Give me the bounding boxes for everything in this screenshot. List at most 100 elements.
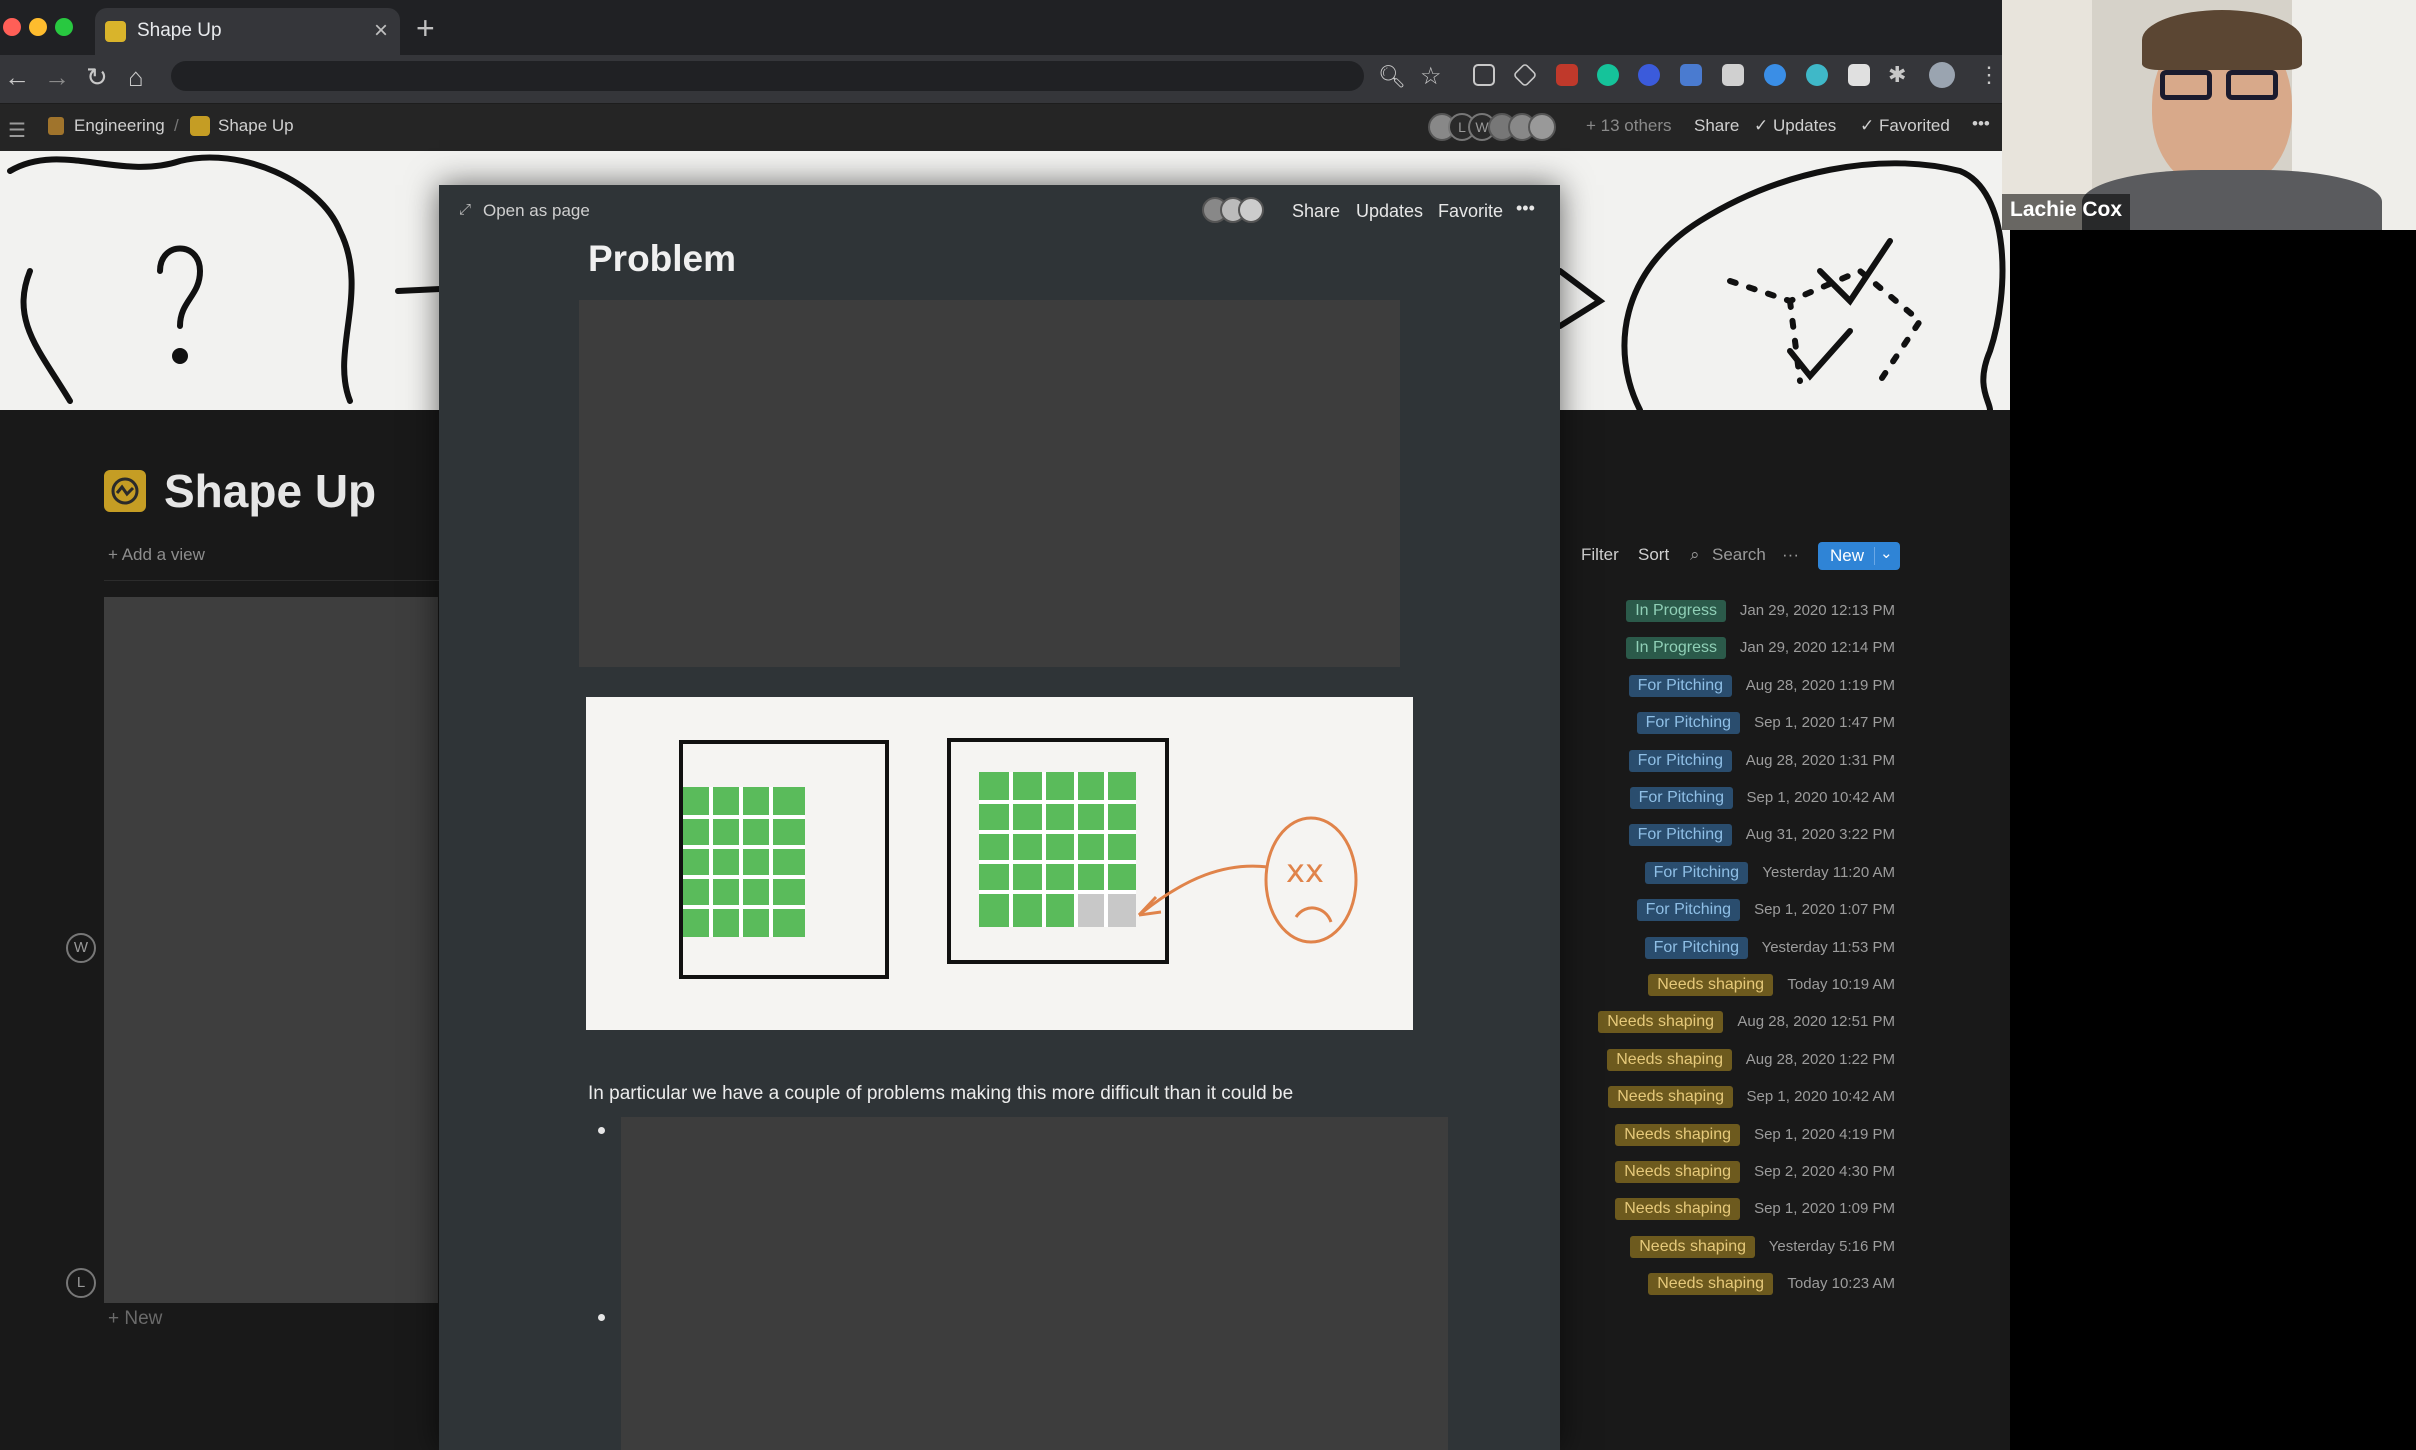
ublock-extension-icon[interactable] [1556,64,1578,86]
minimize-window-button[interactable] [29,18,47,36]
breadcrumb-engineering[interactable]: Engineering [74,116,165,136]
extension-square-icon[interactable] [1680,64,1702,86]
extension-d-icon[interactable] [1638,64,1660,86]
row-date: Aug 28, 2020 1:22 PM [1745,1050,1895,1068]
participant-name: Lachie Cox [2002,194,2131,230]
row-date: Aug 31, 2020 3:22 PM [1745,826,1895,844]
records-list: Jan 29, 2020 12:13 PM In Progress Jan 29, … [1560,600,2000,1300]
search-icon[interactable]: ⌕ [1690,545,1700,565]
glasses-right [2226,70,2278,100]
filter-button[interactable]: Filter [1581,545,1619,565]
address-bar[interactable] [171,61,1364,91]
sidebar-toggle-icon[interactable]: ☰ [8,118,26,143]
embedded-block-placeholder [579,300,1400,667]
row-date: Jan 29, 2020 12:13 PM [1739,602,1895,619]
status-badge[interactable]: For Pitching [1628,824,1732,847]
comment-avatar[interactable]: W [66,933,96,963]
breadcrumb-separator: / [174,116,179,135]
video-area [2010,230,2416,1450]
row-date: Today 10:23 AM [1787,1275,1895,1293]
status-badge[interactable]: For Pitching [1636,899,1740,922]
embedded-block-placeholder [621,1117,1448,1450]
back-icon[interactable]: ← [4,62,30,93]
status-badge[interactable]: For Pitching [1636,712,1740,735]
tab-title: Shape Up [137,20,222,41]
extension-cube-icon[interactable] [1722,64,1744,86]
new-record-button[interactable]: New ⌄ [1818,542,1900,570]
modal-collaborator-avatars[interactable] [1202,197,1272,225]
row-date: Sep 1, 2020 1:47 PM [1754,714,1895,732]
row-date: Sep 1, 2020 10:42 AM [1746,1088,1895,1106]
row-date: Sep 1, 2020 1:09 PM [1754,1200,1895,1218]
bullet-point [598,1314,605,1321]
maximize-window-button[interactable] [55,18,73,36]
row-date: Today 10:19 AM [1787,976,1895,993]
status-badge[interactable]: For Pitching [1644,936,1748,959]
add-view-button[interactable]: + Add a view [108,545,205,565]
breadcrumb-shape-up[interactable]: Shape Up [218,116,294,136]
grammarly-extension-icon[interactable] [1597,64,1619,86]
extensions-puzzle-icon[interactable]: ✱ [1888,62,1906,88]
row-date: Sep 1, 2020 10:42 AM [1746,789,1895,806]
react-devtools-icon[interactable] [1806,64,1828,86]
sort-button[interactable]: Sort [1638,545,1669,565]
status-badge[interactable]: Needs shaping [1630,1235,1755,1258]
status-badge[interactable]: Needs shaping [1615,1198,1740,1221]
status-badge[interactable]: For Pitching [1628,749,1732,772]
engineering-page-icon [48,117,64,135]
favorited-button[interactable]: ✓ Favorited [1860,116,1950,136]
modal-share-button[interactable]: Share [1292,201,1340,222]
browser-menu-icon[interactable]: ⋮ [1978,62,2000,88]
grid-sketch: xx [679,738,1358,979]
extension-globe-icon[interactable] [1764,64,1786,86]
status-badge[interactable]: Needs shaping [1607,1048,1732,1071]
status-badge[interactable]: For Pitching [1644,861,1748,884]
zoom-icon[interactable]: 🔍︎ [1378,64,1406,90]
status-badge[interactable]: In Progress [1626,600,1726,622]
status-badge[interactable]: For Pitching [1628,674,1732,697]
modal-more-icon[interactable]: ••• [1516,198,1535,219]
profile-avatar[interactable] [1929,62,1955,88]
forward-icon[interactable]: → [44,62,70,93]
tab-close-icon[interactable]: × [374,17,388,45]
board-more-icon[interactable]: ··· [1782,545,1799,565]
bookmark-star-icon[interactable]: ☆ [1420,62,1442,91]
sketch-image: xx [586,697,1413,1030]
status-badge[interactable]: Needs shaping [1615,1123,1740,1146]
search-button[interactable]: Search [1712,545,1766,565]
row-date: Jan 29, 2020 12:14 PM [1739,639,1895,657]
row-date: Aug 28, 2020 12:51 PM [1737,1013,1895,1031]
share-button[interactable]: Share [1694,116,1739,136]
modal-updates-button[interactable]: Updates [1356,201,1423,222]
extension-c-icon[interactable] [1848,64,1870,86]
expand-icon[interactable]: ⤢ [459,201,471,218]
home-icon[interactable]: ⌂ [128,62,144,93]
updates-button[interactable]: ✓ Updates [1754,116,1836,136]
comment-avatar[interactable]: L [66,1268,96,1298]
open-as-page-button[interactable]: Open as page [483,201,590,221]
row-date: Aug 28, 2020 1:19 PM [1745,676,1895,694]
collaborator-avatars[interactable]: L W [1428,113,1568,141]
reload-icon[interactable]: ↻ [86,62,108,93]
others-count[interactable]: + 13 others [1586,116,1672,136]
shape-up-page-icon [190,116,210,136]
new-tab-button[interactable]: + [416,10,435,47]
bullet-point [598,1127,605,1134]
new-row-button[interactable]: + New [108,1308,162,1330]
modal-favorite-button[interactable]: Favorite [1438,201,1503,222]
status-badge[interactable]: Needs shaping [1608,1086,1733,1109]
divider [104,580,444,581]
row-date: Yesterday 11:20 AM [1762,863,1895,881]
pocket-extension-icon[interactable] [1473,64,1495,86]
row-date: Aug 28, 2020 1:31 PM [1745,751,1895,769]
status-badge[interactable]: Needs shaping [1648,974,1773,996]
status-badge[interactable]: Needs shaping [1648,1273,1773,1296]
chevron-down-icon[interactable]: ⌄ [1880,544,1893,562]
status-badge[interactable]: For Pitching [1629,787,1733,809]
status-badge[interactable]: Needs shaping [1598,1011,1723,1034]
status-badge[interactable]: In Progress [1626,637,1726,660]
close-window-button[interactable] [3,18,21,36]
browser-tab[interactable]: Shape Up × [95,8,400,55]
status-badge[interactable]: Needs shaping [1615,1161,1740,1183]
more-menu-icon[interactable]: ••• [1972,114,1990,134]
